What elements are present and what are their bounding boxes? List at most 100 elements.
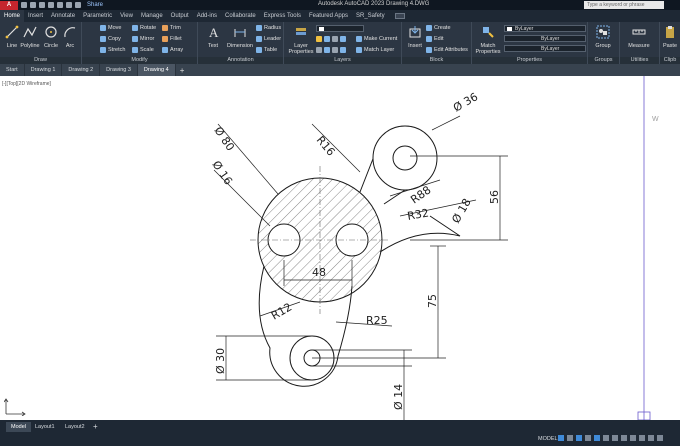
block-panel-title[interactable]: Block <box>402 57 471 64</box>
polyline-button[interactable]: Polyline <box>19 25 41 49</box>
doc-tab-drawing-4[interactable]: Drawing 4 <box>137 64 176 76</box>
print-icon[interactable] <box>57 2 63 8</box>
annotation-panel-title[interactable]: Annotation <box>198 57 283 64</box>
doc-tab-start[interactable]: Start <box>0 64 25 76</box>
new-icon[interactable] <box>21 2 27 8</box>
tab-annotate[interactable]: Annotate <box>47 10 79 22</box>
match-layer-button[interactable]: Match Layer <box>356 47 394 53</box>
edit-attributes-button[interactable]: Edit Attributes <box>426 47 468 53</box>
new-tab-plus-icon[interactable]: + <box>176 66 189 75</box>
doc-tab-drawing-2[interactable]: Drawing 2 <box>62 64 101 76</box>
layer-color-swatch <box>319 27 324 31</box>
search-input[interactable]: Type a keyword or phrase <box>584 1 664 9</box>
annotation-scale-icon[interactable] <box>621 435 627 441</box>
ribbon-minimize-toggle[interactable] <box>394 13 405 19</box>
create-block-icon <box>426 25 432 31</box>
doc-tab-drawing-3[interactable]: Drawing 3 <box>100 64 138 76</box>
table-button[interactable]: Table <box>256 47 277 53</box>
osnap-icon[interactable] <box>594 435 600 441</box>
tab-insert[interactable]: Insert <box>24 10 47 22</box>
layer-properties-icon <box>296 28 306 35</box>
ortho-icon[interactable] <box>576 435 582 441</box>
linetype-dropdown[interactable]: ByLayer <box>504 35 586 42</box>
tab-add-ins[interactable]: Add-ins <box>193 10 221 22</box>
make-current-button[interactable]: Make Current <box>356 36 397 42</box>
radius-button[interactable]: Radius <box>256 25 281 31</box>
tab-manage[interactable]: Manage <box>137 10 167 22</box>
main-part <box>250 125 461 387</box>
mirror-button[interactable]: Mirror <box>132 36 154 42</box>
groups-panel-title[interactable]: Groups <box>588 57 619 64</box>
new-layout-plus-icon[interactable]: + <box>88 422 103 432</box>
dim-r25: R25 <box>366 314 388 327</box>
draw-panel-title[interactable]: Draw <box>0 57 81 64</box>
model-space-toggle[interactable]: MODEL <box>538 436 558 442</box>
rotate-button[interactable]: Rotate <box>132 25 156 31</box>
save-icon[interactable] <box>39 2 45 8</box>
tab-output[interactable]: Output <box>167 10 193 22</box>
undo-icon[interactable] <box>66 2 72 8</box>
clipboard-panel-title[interactable]: Clipb <box>660 57 680 64</box>
otrack-icon[interactable] <box>603 435 609 441</box>
fullscreen-icon[interactable] <box>648 435 654 441</box>
customize-menu-icon[interactable] <box>657 435 663 441</box>
dim-r16: R16 <box>314 134 338 159</box>
lineweight-icon[interactable] <box>612 435 618 441</box>
drawing-canvas[interactable]: [-][Top][2D Wireframe] W Ø 80 Ø 16 Ø 36 … <box>0 76 680 420</box>
tab-view[interactable]: View <box>116 10 137 22</box>
fillet-button[interactable]: Fillet <box>162 36 182 42</box>
workspace-gear-icon[interactable] <box>630 435 636 441</box>
paste-button[interactable]: Paste <box>660 25 680 49</box>
polar-icon[interactable] <box>585 435 591 441</box>
layer-dropdown[interactable] <box>316 25 364 32</box>
block-panel: Insert Create Edit Edit Attributes Block <box>402 22 472 64</box>
layers-panel-title[interactable]: Layers <box>284 57 401 64</box>
create-block-button[interactable]: Create <box>426 25 451 31</box>
properties-panel-title[interactable]: Properties <box>472 57 587 64</box>
stretch-button[interactable]: Stretch <box>100 47 125 53</box>
color-dropdown[interactable]: ByLayer <box>504 25 586 32</box>
layer-off-icon <box>332 47 338 53</box>
arc-button[interactable]: Arc <box>59 25 81 49</box>
dimension-button[interactable]: Dimension <box>226 25 254 49</box>
layer-properties-button[interactable]: Layer Properties <box>288 25 314 55</box>
text-button[interactable]: A Text <box>202 25 224 49</box>
group-icon <box>596 25 610 39</box>
edit-block-button[interactable]: Edit <box>426 36 443 42</box>
layout-tab-model[interactable]: Model <box>6 422 31 432</box>
share-button[interactable]: Share <box>87 2 103 8</box>
snap-icon[interactable] <box>567 435 573 441</box>
tab-express-tools[interactable]: Express Tools <box>260 10 305 22</box>
tab-collaborate[interactable]: Collaborate <box>221 10 260 22</box>
tab-featured-apps[interactable]: Featured Apps <box>305 10 352 22</box>
grid-icon[interactable] <box>558 435 564 441</box>
doc-tab-drawing-1[interactable]: Drawing 1 <box>25 64 63 76</box>
app-logo[interactable]: A CAD <box>0 0 18 17</box>
layout-tab-layout1[interactable]: Layout1 <box>30 422 60 432</box>
tab-home[interactable]: Home <box>0 10 25 22</box>
isolate-objects-icon[interactable] <box>639 435 645 441</box>
save-as-icon[interactable] <box>48 2 54 8</box>
match-properties-button[interactable]: Match Properties <box>475 25 501 55</box>
move-button[interactable]: Move <box>100 25 121 31</box>
trim-button[interactable]: Trim <box>162 25 181 31</box>
scale-button[interactable]: Scale <box>132 47 154 53</box>
layer-tools-row-2[interactable] <box>316 47 346 53</box>
layer-tools-row-1[interactable] <box>316 36 346 42</box>
utilities-panel-title[interactable]: Utilities <box>620 57 659 64</box>
group-button[interactable]: Group <box>592 25 614 49</box>
move-icon <box>100 25 106 31</box>
tab-parametric[interactable]: Parametric <box>79 10 116 22</box>
layout-tab-layout2[interactable]: Layout2 <box>60 422 90 432</box>
lineweight-dropdown[interactable]: ByLayer <box>504 45 586 52</box>
insert-button[interactable]: Insert <box>404 25 426 49</box>
array-button[interactable]: Array <box>162 47 183 53</box>
copy-button[interactable]: Copy <box>100 36 121 42</box>
tab-sr-safety[interactable]: SR_Safety <box>352 10 389 22</box>
open-icon[interactable] <box>30 2 36 8</box>
dim-dia-30: Ø 30 <box>214 348 227 374</box>
modify-panel-title[interactable]: Modify <box>82 57 197 64</box>
measure-button[interactable]: Measure <box>624 25 654 49</box>
redo-icon[interactable] <box>75 2 81 8</box>
leader-button[interactable]: Leader <box>256 36 281 42</box>
